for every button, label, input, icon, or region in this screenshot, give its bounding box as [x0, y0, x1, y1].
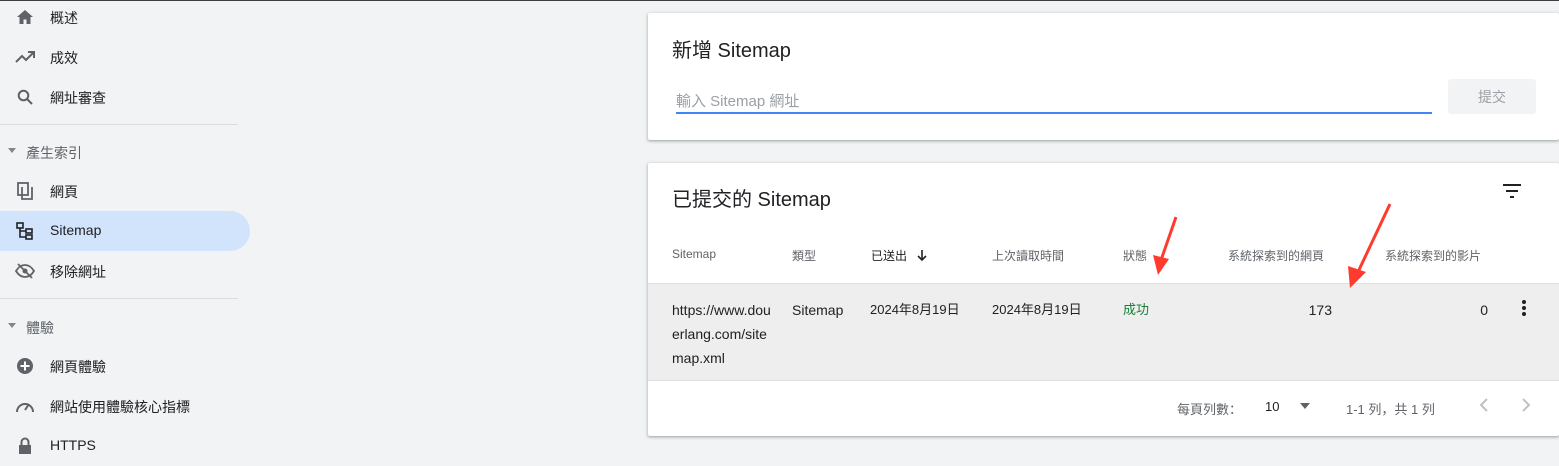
sidebar-item-label: Sitemap: [50, 222, 102, 238]
section-label: 體驗: [26, 320, 54, 336]
chevron-right-icon[interactable]: [1520, 397, 1532, 416]
section-label: 產生索引: [26, 145, 82, 161]
lock-icon: [15, 436, 35, 456]
submitted-sitemaps-card: 已提交的 Sitemap Sitemap 類型 已送出 上次讀取時間 狀態 系統…: [648, 163, 1559, 436]
more-vert-icon[interactable]: [1520, 296, 1528, 320]
column-header-discovered-pages[interactable]: 系統探索到的網頁: [1228, 247, 1324, 264]
sidebar-item-overview[interactable]: 概述: [0, 0, 250, 37]
add-circle-icon: [15, 356, 35, 376]
sidebar-item-https[interactable]: HTTPS: [0, 426, 250, 466]
trending-up-icon: [15, 47, 35, 67]
rows-per-page-label: 每頁列數：: [1177, 402, 1243, 417]
card-title: 已提交的 Sitemap: [672, 189, 831, 211]
sidebar-item-page-experience[interactable]: 網頁體驗: [0, 346, 250, 386]
sidebar: 概述 成效 網址審查 產生索引 網頁 Sitemap 移除網址 體驗 網頁體驗 …: [0, 0, 250, 454]
search-icon: [15, 87, 35, 107]
visibility-off-icon: [15, 261, 35, 281]
sidebar-item-label: 網頁體驗: [50, 359, 106, 375]
pagination-range: 1-1 列，共 1 列: [1346, 402, 1435, 417]
submit-button[interactable]: 提交: [1448, 79, 1536, 114]
rows-per-page-select[interactable]: 10: [1265, 399, 1311, 414]
add-sitemap-card: 新增 Sitemap 提交: [648, 13, 1559, 140]
sitemap-icon: [15, 221, 35, 241]
sidebar-item-label: 網頁: [50, 184, 78, 200]
sidebar-item-sitemap[interactable]: Sitemap: [0, 211, 250, 251]
column-header-label: 已送出: [871, 249, 908, 263]
sidebar-item-performance[interactable]: 成效: [0, 37, 250, 77]
sitemap-url: https://www.douerlang.com/sitemap.xml: [672, 302, 771, 366]
home-icon: [15, 7, 35, 27]
sidebar-item-label: 網站使用體驗核心指標: [50, 399, 190, 415]
discovered-pages-count: 173: [1308, 302, 1332, 318]
submitted-date: 2024年8月19日: [870, 302, 960, 317]
divider: [0, 298, 238, 299]
discovered-videos-count: 0: [1480, 302, 1488, 318]
filter-icon[interactable]: [1500, 179, 1524, 203]
sidebar-item-label: 移除網址: [50, 264, 106, 280]
card-title: 新增 Sitemap: [672, 40, 791, 62]
chevron-left-icon[interactable]: [1478, 397, 1490, 416]
sidebar-item-core-web-vitals[interactable]: 網站使用體驗核心指標: [0, 386, 250, 426]
column-header-sitemap[interactable]: Sitemap: [672, 247, 716, 261]
column-header-last-read[interactable]: 上次讀取時間: [992, 247, 1064, 264]
sidebar-item-label: 概述: [50, 10, 78, 26]
sidebar-item-url-inspection[interactable]: 網址審查: [0, 77, 250, 117]
dropdown-icon: [1300, 403, 1311, 409]
last-read-date: 2024年8月19日: [992, 302, 1082, 317]
rows-per-page-value: 10: [1265, 399, 1280, 414]
sidebar-item-label: HTTPS: [50, 437, 96, 453]
section-indexing[interactable]: 產生索引: [0, 141, 240, 165]
divider: [0, 124, 238, 125]
arrow-down-icon: [917, 250, 927, 262]
speed-icon: [15, 396, 35, 416]
column-header-discovered-videos[interactable]: 系統探索到的影片: [1385, 247, 1481, 264]
chevron-down-icon: [8, 148, 16, 153]
section-experience[interactable]: 體驗: [0, 316, 240, 340]
sidebar-item-removals[interactable]: 移除網址: [0, 251, 250, 291]
column-header-type[interactable]: 類型: [792, 247, 816, 264]
status-badge: 成功: [1123, 302, 1150, 317]
sitemap-url-input[interactable]: [676, 90, 1432, 114]
pages-icon: [15, 181, 35, 201]
column-header-status[interactable]: 狀態: [1123, 247, 1147, 264]
sitemap-type: Sitemap: [792, 302, 844, 318]
table-row[interactable]: https://www.douerlang.com/sitemap.xml Si…: [648, 283, 1559, 381]
sidebar-item-pages[interactable]: 網頁: [0, 171, 250, 211]
sidebar-item-label: 網址審查: [50, 90, 106, 106]
column-header-submitted[interactable]: 已送出: [871, 247, 928, 264]
chevron-down-icon: [8, 323, 16, 328]
sidebar-item-label: 成效: [50, 50, 78, 66]
